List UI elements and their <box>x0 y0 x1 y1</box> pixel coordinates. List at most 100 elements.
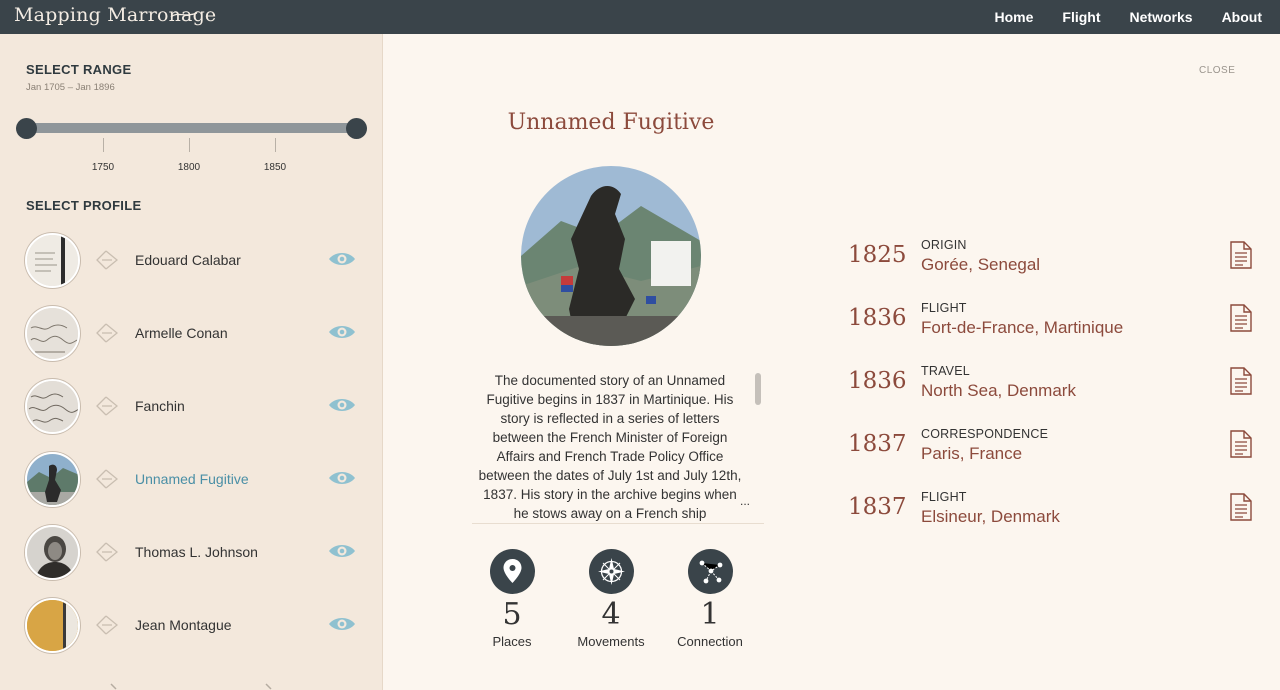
document-icon[interactable] <box>1229 492 1253 522</box>
nav-home[interactable]: Home <box>995 9 1034 25</box>
compass-icon <box>597 558 625 585</box>
avatar <box>25 598 80 653</box>
range-tick <box>189 138 190 152</box>
select-range-heading: SELECT RANGE <box>26 62 132 77</box>
eye-icon[interactable] <box>328 251 356 267</box>
timeline-event[interactable]: 1825 ORIGIN Gorée, Senegal <box>846 232 1266 282</box>
locate-arrow-icon[interactable] <box>96 542 118 562</box>
profile-item-thomas-l-johnson[interactable]: Thomas L. Johnson <box>0 516 382 589</box>
stat-places[interactable]: 5 Places <box>464 549 560 649</box>
story-ellipsis: ... <box>740 494 751 508</box>
avatar <box>25 306 80 361</box>
eye-icon[interactable] <box>328 397 356 413</box>
stat-connections-label: Connection <box>677 634 743 649</box>
event-place: Paris, France <box>921 444 1023 463</box>
range-slider-end-handle[interactable] <box>346 118 367 139</box>
eye-icon[interactable] <box>328 324 356 340</box>
network-icon <box>699 560 722 584</box>
range-tick-label: 1850 <box>263 162 287 173</box>
profile-name: Jean Montague <box>135 617 232 633</box>
profile-name: Fanchin <box>135 398 185 414</box>
eye-icon[interactable] <box>328 616 356 632</box>
stat-movements[interactable]: 4 Movements <box>563 549 659 649</box>
avatar <box>25 452 80 507</box>
close-button[interactable]: CLOSE <box>1199 65 1235 76</box>
sidebar: SELECT RANGE Jan 1705 – Jan 1896 1750 18… <box>0 34 383 690</box>
select-profile-heading: SELECT PROFILE <box>26 198 142 213</box>
profile-item-fanchin[interactable]: Fanchin <box>0 370 382 443</box>
eye-icon[interactable] <box>328 543 356 559</box>
range-tick-label: 1750 <box>91 162 115 173</box>
map-pin-icon <box>503 559 521 583</box>
eye-icon[interactable] <box>328 470 356 486</box>
scroll-left-icon <box>110 683 117 690</box>
document-icon[interactable] <box>1229 240 1253 270</box>
statue-photo-icon <box>521 166 701 346</box>
portrait-thumbnail-icon <box>27 527 78 578</box>
event-type: TRAVEL <box>921 364 970 378</box>
locate-arrow-icon[interactable] <box>96 250 118 270</box>
statue-thumbnail-icon <box>27 454 78 505</box>
story-scrollbar[interactable] <box>755 373 761 405</box>
logo-swash-icon <box>170 12 198 18</box>
event-year: 1836 <box>848 305 907 331</box>
event-type: FLIGHT <box>921 301 967 315</box>
locate-arrow-icon[interactable] <box>96 469 118 489</box>
document-thumbnail-icon <box>27 600 78 651</box>
locate-arrow-icon[interactable] <box>96 396 118 416</box>
range-slider-start-handle[interactable] <box>16 118 37 139</box>
scroll-right-icon <box>265 683 272 690</box>
stat-icon-circle <box>687 549 733 594</box>
main-nav: Home Flight Networks About <box>966 0 1262 34</box>
event-place: North Sea, Denmark <box>921 381 1076 400</box>
event-type: CORRESPONDENCE <box>921 427 1049 441</box>
timeline-event[interactable]: 1836 FLIGHT Fort-de-France, Martinique <box>846 295 1266 345</box>
profile-story-text: The documented story of an Unnamed Fugit… <box>478 373 742 521</box>
document-icon[interactable] <box>1229 429 1253 459</box>
locate-arrow-icon[interactable] <box>96 615 118 635</box>
timeline-event[interactable]: 1837 FLIGHT Elsineur, Denmark <box>846 484 1266 534</box>
range-slider-track[interactable] <box>27 123 357 133</box>
profile-portrait <box>521 166 701 346</box>
stat-places-label: Places <box>492 634 532 649</box>
event-place: Elsineur, Denmark <box>921 507 1060 526</box>
nav-flight[interactable]: Flight <box>1062 9 1100 25</box>
profile-story-box[interactable]: The documented story of an Unnamed Fugit… <box>472 368 764 524</box>
event-year: 1837 <box>848 494 907 520</box>
range-tick <box>275 138 276 152</box>
stat-movements-label: Movements <box>577 634 645 649</box>
timeline-event[interactable]: 1837 CORRESPONDENCE Paris, France <box>846 421 1266 471</box>
avatar <box>25 233 80 288</box>
stat-connections-value: 1 <box>700 597 720 632</box>
profile-item-edouard-calabar[interactable]: Edouard Calabar <box>0 224 382 297</box>
stat-connections[interactable]: 1 Connection <box>662 549 758 649</box>
event-year: 1836 <box>848 368 907 394</box>
profile-scroll-arrows[interactable] <box>108 680 278 690</box>
profile-name: Thomas L. Johnson <box>135 544 258 560</box>
document-icon[interactable] <box>1229 303 1253 333</box>
event-type: FLIGHT <box>921 490 967 504</box>
nav-about[interactable]: About <box>1222 9 1262 25</box>
profile-item-jean-montague[interactable]: Jean Montague <box>0 589 382 662</box>
range-subtitle: Jan 1705 – Jan 1896 <box>26 82 115 93</box>
event-type: ORIGIN <box>921 238 967 252</box>
stat-icon-circle <box>489 549 535 594</box>
top-navigation-bar: Mapping Marronage Home Flight Networks A… <box>0 0 1280 34</box>
nav-networks[interactable]: Networks <box>1130 9 1193 25</box>
profile-name: Edouard Calabar <box>135 252 241 268</box>
event-year: 1825 <box>848 242 907 268</box>
profile-item-unnamed-fugitive[interactable]: Unnamed Fugitive <box>0 443 382 516</box>
profile-name: Unnamed Fugitive <box>135 471 249 487</box>
avatar <box>25 379 80 434</box>
manuscript-thumbnail-icon <box>27 381 78 432</box>
event-place: Gorée, Senegal <box>921 255 1041 274</box>
locate-arrow-icon[interactable] <box>96 323 118 343</box>
manuscript-thumbnail-icon <box>27 308 78 359</box>
manuscript-thumbnail-icon <box>27 235 78 286</box>
timeline-event[interactable]: 1836 TRAVEL North Sea, Denmark <box>846 358 1266 408</box>
stat-places-value: 5 <box>502 597 522 632</box>
range-tick-label: 1800 <box>177 162 201 173</box>
document-icon[interactable] <box>1229 366 1253 396</box>
profile-item-armelle-conan[interactable]: Armelle Conan <box>0 297 382 370</box>
event-year: 1837 <box>848 431 907 457</box>
